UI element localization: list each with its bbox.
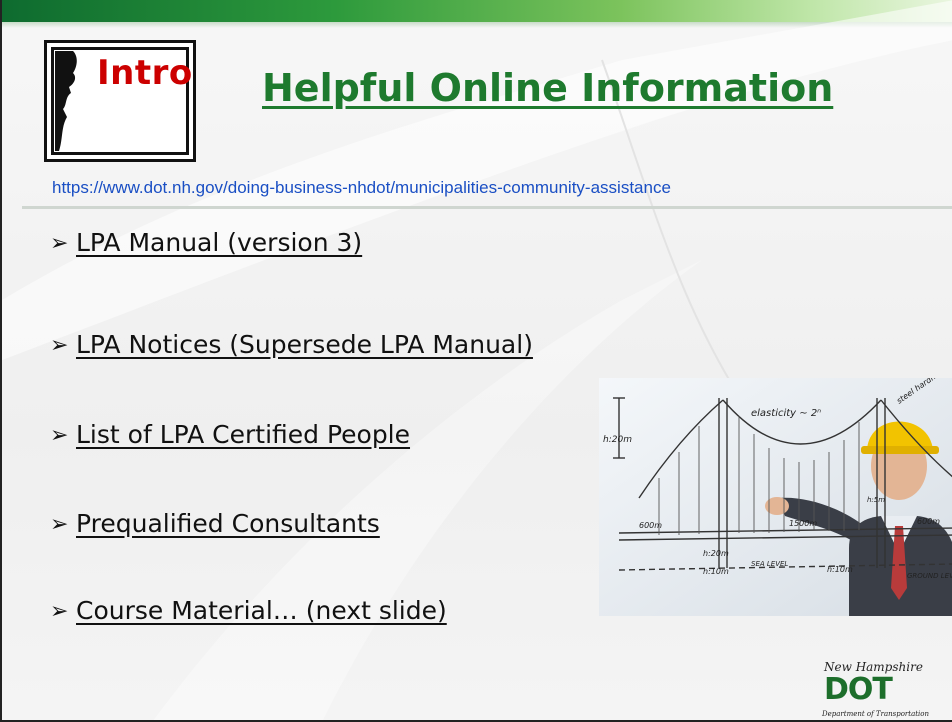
intro-badge-label: Intro <box>97 53 193 93</box>
list-item: ➢ List of LPA Certified People <box>50 420 410 449</box>
arrow-bullet-icon: ➢ <box>50 512 69 537</box>
top-accent-bar <box>2 0 952 22</box>
sketch-label: 600m <box>639 521 662 530</box>
course-material-link[interactable]: Course Material… (next slide) <box>76 596 447 625</box>
list-item: ➢ LPA Manual (version 3) <box>50 228 362 257</box>
sketch-label: GROUND LEVEL <box>907 572 952 580</box>
sketch-label: h:10m <box>703 567 729 576</box>
sketch-label: h:20m <box>603 435 632 445</box>
lpa-notices-link[interactable]: LPA Notices (Supersede LPA Manual) <box>76 330 533 359</box>
lpa-certified-people-link[interactable]: List of LPA Certified People <box>76 420 410 449</box>
arrow-bullet-icon: ➢ <box>50 333 69 358</box>
arrow-bullet-icon: ➢ <box>50 423 69 448</box>
bridge-sketch-illustration: h:20m elasticity ∼ 2ⁿ steel hardness 3/2… <box>599 378 952 616</box>
page-title: Helpful Online Information <box>262 66 834 110</box>
top-accent-shadow <box>2 22 952 28</box>
sketch-label: h:5m <box>867 496 885 504</box>
slide: Intro Helpful Online Information https:/… <box>0 0 952 722</box>
sketch-label: h:20m <box>703 549 729 558</box>
logo-wordmark: DOT <box>824 672 893 707</box>
engineer-photo: h:20m elasticity ∼ 2ⁿ steel hardness 3/2… <box>599 378 952 616</box>
sketch-label: h:10m <box>827 565 853 574</box>
sketch-label: SEA LEVEL <box>751 560 788 568</box>
list-item: ➢ Course Material… (next slide) <box>50 596 447 625</box>
prequalified-consultants-link[interactable]: Prequalified Consultants <box>76 509 380 538</box>
nhdot-logo: New Hampshire DOT Department of Transpor… <box>822 660 952 720</box>
intro-badge: Intro <box>44 40 196 162</box>
arrow-bullet-icon: ➢ <box>50 231 69 256</box>
arrow-bullet-icon: ➢ <box>50 599 69 624</box>
logo-tagline: Department of Transportation <box>822 710 930 718</box>
resource-url-link[interactable]: https://www.dot.nh.gov/doing-business-nh… <box>52 178 671 198</box>
sketch-label: 600m <box>917 517 940 526</box>
sketch-label: elasticity ∼ 2ⁿ <box>751 408 821 419</box>
header-divider <box>22 206 952 209</box>
lpa-manual-link[interactable]: LPA Manual (version 3) <box>76 228 362 257</box>
list-item: ➢ LPA Notices (Supersede LPA Manual) <box>50 330 533 359</box>
person-silhouette-icon <box>55 51 77 151</box>
sketch-label: 1500m <box>789 519 817 528</box>
list-item: ➢ Prequalified Consultants <box>50 509 380 538</box>
